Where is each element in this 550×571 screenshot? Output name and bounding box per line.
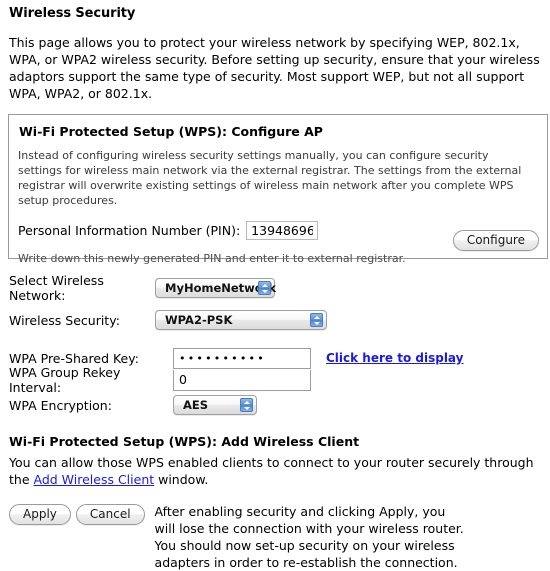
wpa-encryption-label: WPA Encryption: xyxy=(9,397,112,413)
wps-configure-ap-title: Wi-Fi Protected Setup (WPS): Configure A… xyxy=(19,124,323,139)
click-here-to-display-link[interactable]: Click here to display xyxy=(326,351,463,365)
wpa-group-rekey-interval-row: WPA Group Rekey Interval: xyxy=(9,365,544,395)
pin-input[interactable] xyxy=(246,221,319,240)
page-title: Wireless Security xyxy=(9,6,136,21)
wpa-group-rekey-interval-input[interactable] xyxy=(173,369,311,391)
pin-label: Personal Information Number (PIN): xyxy=(18,223,241,238)
wpa-encryption-dropdown[interactable]: AES xyxy=(173,395,257,415)
configure-button[interactable]: Configure xyxy=(452,230,539,251)
apply-button[interactable]: Apply xyxy=(9,504,71,525)
wpa-group-rekey-interval-label: WPA Group Rekey Interval: xyxy=(9,365,121,395)
wpa-settings-block: WPA Pre-Shared Key: Click here to displa… xyxy=(9,347,544,416)
cancel-button[interactable]: Cancel xyxy=(75,504,145,525)
footer: Apply Cancel After enabling security and… xyxy=(9,503,544,571)
wps-add-client-text: You can allow those WPS enabled clients … xyxy=(9,454,543,488)
wireless-security-row: Wireless Security: WPA2-PSK xyxy=(9,310,544,330)
wpa-encryption-value: AES xyxy=(183,398,209,412)
wps-configure-ap-panel: Wi-Fi Protected Setup (WPS): Configure A… xyxy=(8,114,548,265)
pin-note: Write down this newly generated PIN and … xyxy=(18,252,406,265)
add-wireless-client-link[interactable]: Add Wireless Client xyxy=(34,472,155,487)
chevron-updown-icon xyxy=(240,398,253,412)
footer-buttons: Apply Cancel xyxy=(9,503,145,525)
wps-configure-ap-description: Instead of configuring wireless security… xyxy=(18,149,522,207)
footer-note: After enabling security and clicking App… xyxy=(154,504,464,570)
chevron-updown-icon xyxy=(310,313,323,327)
select-wireless-network-dropdown[interactable]: MyHomeNetwork xyxy=(155,278,276,298)
chevron-updown-icon xyxy=(258,281,271,295)
select-wireless-network-label: Select Wireless Network: xyxy=(9,273,104,303)
page-intro-text: This page allows you to protect your wir… xyxy=(9,35,540,101)
wireless-security-label: Wireless Security: xyxy=(9,312,120,328)
wps-add-client-text-after: window. xyxy=(154,472,209,487)
select-wireless-network-row: Select Wireless Network: MyHomeNetwork xyxy=(9,273,544,303)
wpa-preshared-key-label: WPA Pre-Shared Key: xyxy=(9,350,139,366)
wps-add-client-title: Wi-Fi Protected Setup (WPS): Add Wireles… xyxy=(9,434,360,449)
wireless-security-dropdown[interactable]: WPA2-PSK xyxy=(155,310,327,330)
wpa-encryption-row: WPA Encryption: AES xyxy=(9,394,544,416)
wpa-preshared-key-input[interactable] xyxy=(173,347,311,369)
wireless-security-value: WPA2-PSK xyxy=(165,313,233,327)
wireless-security-page: Wireless Security This page allows you t… xyxy=(0,0,550,571)
